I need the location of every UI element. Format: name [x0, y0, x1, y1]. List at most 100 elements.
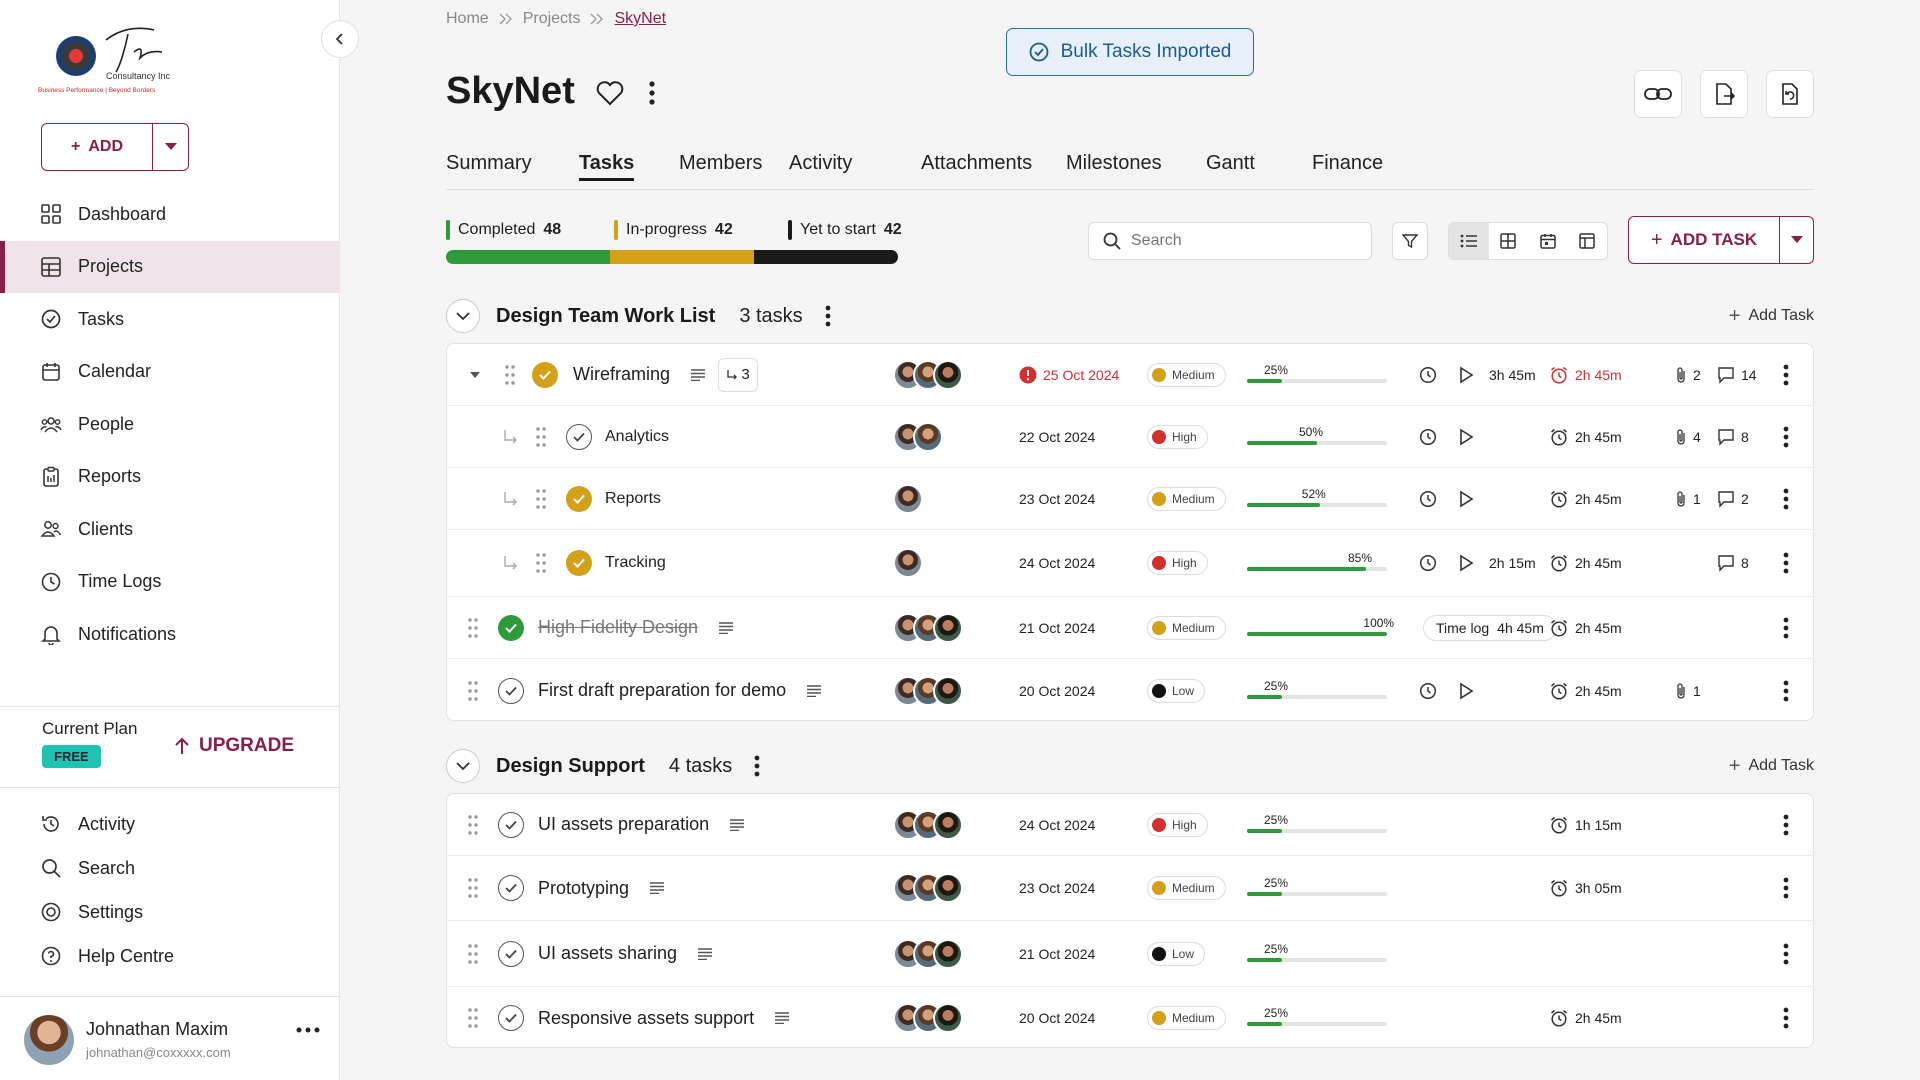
due-date[interactable]: 21 Oct 2024: [1019, 946, 1095, 962]
task-more-button[interactable]: [1783, 659, 1789, 722]
task-status-checkbox[interactable]: [498, 677, 524, 704]
tab-tasks[interactable]: Tasks: [579, 148, 635, 181]
drag-handle[interactable]: [535, 468, 547, 529]
export-button[interactable]: [1700, 70, 1748, 118]
sidebar-item-reports[interactable]: Reports: [0, 451, 340, 504]
task-description[interactable]: [649, 882, 665, 894]
start-timer-button[interactable]: [1458, 344, 1474, 405]
assignees[interactable]: [893, 483, 923, 514]
assignees[interactable]: [893, 612, 963, 643]
task-description[interactable]: [729, 818, 745, 831]
due-date[interactable]: 24 Oct 2024: [1019, 555, 1095, 571]
drag-handle[interactable]: [467, 921, 479, 986]
sidebar-item-activity[interactable]: Activity: [0, 802, 340, 846]
task-more-button[interactable]: [1783, 856, 1789, 920]
start-timer-button[interactable]: [1458, 530, 1474, 596]
task-row[interactable]: Wireframing 3 25 Oct 2024 Medium 25% 3h 45m 2h…: [447, 344, 1815, 406]
task-status-checkbox[interactable]: [498, 614, 524, 641]
task-description[interactable]: [697, 947, 713, 960]
priority-badge[interactable]: High: [1147, 812, 1208, 837]
task-name[interactable]: Analytics: [605, 428, 669, 446]
breadcrumb-current[interactable]: SkyNet: [614, 10, 666, 28]
comments-count[interactable]: 8: [1717, 428, 1749, 446]
assignee-avatar[interactable]: [933, 675, 963, 706]
time-estimate[interactable]: 2h 45m: [1549, 618, 1622, 638]
task-more-button[interactable]: [1783, 794, 1789, 855]
assignees[interactable]: [893, 421, 943, 452]
task-description[interactable]: [690, 368, 706, 381]
tab-milestones[interactable]: Milestones: [1066, 148, 1162, 175]
add-button[interactable]: + ADD: [42, 124, 152, 170]
priority-badge[interactable]: Medium: [1147, 486, 1226, 511]
tab-attachments[interactable]: Attachments: [921, 148, 1032, 175]
group-collapse-button[interactable]: [446, 749, 480, 783]
time-estimate[interactable]: 2h 45m: [1549, 365, 1622, 385]
search-input[interactable]: [1131, 232, 1351, 250]
drag-handle[interactable]: [504, 344, 516, 405]
task-more-button[interactable]: [1783, 597, 1789, 658]
time-log-button[interactable]: [1419, 406, 1437, 467]
assignees[interactable]: [893, 359, 963, 390]
sidebar-item-calendar[interactable]: Calendar: [0, 346, 340, 399]
task-description[interactable]: [774, 1012, 790, 1024]
drag-handle-icon[interactable]: [467, 814, 479, 836]
task-row[interactable]: High Fidelity Design 21 Oct 2024 Medium 100…: [447, 597, 1815, 659]
assignee-avatar[interactable]: [933, 873, 963, 903]
task-status-checkbox[interactable]: [566, 423, 592, 450]
start-timer-button[interactable]: [1458, 659, 1474, 722]
time-log-button[interactable]: [1419, 468, 1437, 529]
task-status-checkbox[interactable]: [532, 361, 558, 388]
task-status-checkbox[interactable]: [566, 550, 592, 576]
priority-badge[interactable]: Medium: [1147, 1006, 1226, 1030]
subtask-row[interactable]: Analytics 22 Oct 2024 High 50% 2h 45m 4 8: [447, 406, 1815, 468]
due-date[interactable]: 20 Oct 2024: [1019, 683, 1095, 699]
sidebar-item-tasks[interactable]: Tasks: [0, 293, 340, 346]
sidebar-item-help-centre[interactable]: Help Centre: [0, 934, 340, 978]
start-timer-button[interactable]: [1458, 406, 1474, 467]
drag-handle-icon[interactable]: [467, 877, 479, 899]
time-estimate[interactable]: 3h 05m: [1549, 878, 1622, 898]
calendar-view-button[interactable]: [1528, 223, 1568, 259]
assignees[interactable]: [893, 873, 963, 903]
breadcrumb-projects[interactable]: Projects: [523, 10, 581, 28]
task-status-checkbox[interactable]: [498, 1005, 524, 1031]
assignees[interactable]: [893, 809, 963, 840]
task-status-checkbox[interactable]: [498, 811, 524, 838]
assignees[interactable]: [893, 938, 963, 969]
drag-handle[interactable]: [467, 794, 479, 855]
priority-badge[interactable]: High: [1147, 424, 1208, 449]
import-button[interactable]: [1766, 70, 1814, 118]
subtask-row[interactable]: Reports 23 Oct 2024 Medium 52% 2h 45m 1 2: [447, 468, 1815, 530]
group-more-button[interactable]: [825, 305, 831, 327]
sidebar-item-settings[interactable]: Settings: [0, 890, 340, 934]
add-dropdown-button[interactable]: [152, 124, 188, 170]
group-collapse-button[interactable]: [446, 299, 480, 333]
drag-handle[interactable]: [535, 530, 547, 596]
due-date[interactable]: 23 Oct 2024: [1019, 491, 1095, 507]
time-log-button[interactable]: [1419, 659, 1437, 722]
assignees[interactable]: [893, 1003, 963, 1033]
drag-handle[interactable]: [467, 856, 479, 920]
sidebar-item-dashboard[interactable]: Dashboard: [0, 188, 340, 241]
assignee-avatar[interactable]: [933, 1003, 963, 1033]
task-search[interactable]: [1088, 222, 1372, 260]
task-name[interactable]: UI assets preparation: [538, 814, 709, 835]
tab-finance[interactable]: Finance: [1312, 148, 1383, 175]
assignees[interactable]: [893, 675, 963, 706]
priority-badge[interactable]: Medium: [1147, 362, 1226, 387]
priority-badge[interactable]: Low: [1147, 678, 1206, 703]
attachments-count[interactable]: 1: [1675, 490, 1701, 508]
task-status-checkbox[interactable]: [498, 875, 524, 901]
expand-subtasks-button[interactable]: [469, 344, 481, 405]
list-view-button[interactable]: [1449, 223, 1489, 259]
time-estimate[interactable]: 2h 45m: [1549, 427, 1622, 447]
sidebar-item-notifications[interactable]: Notifications: [0, 608, 340, 661]
assignee-avatar[interactable]: [933, 809, 963, 840]
time-estimate[interactable]: 2h 45m: [1549, 1008, 1622, 1028]
sidebar-item-search[interactable]: Search: [0, 846, 340, 890]
drag-handle[interactable]: [467, 987, 479, 1049]
drag-handle-icon[interactable]: [535, 552, 547, 574]
priority-badge[interactable]: Medium: [1147, 615, 1226, 640]
task-name[interactable]: Reports: [605, 490, 661, 508]
comments-count[interactable]: 14: [1717, 366, 1757, 384]
